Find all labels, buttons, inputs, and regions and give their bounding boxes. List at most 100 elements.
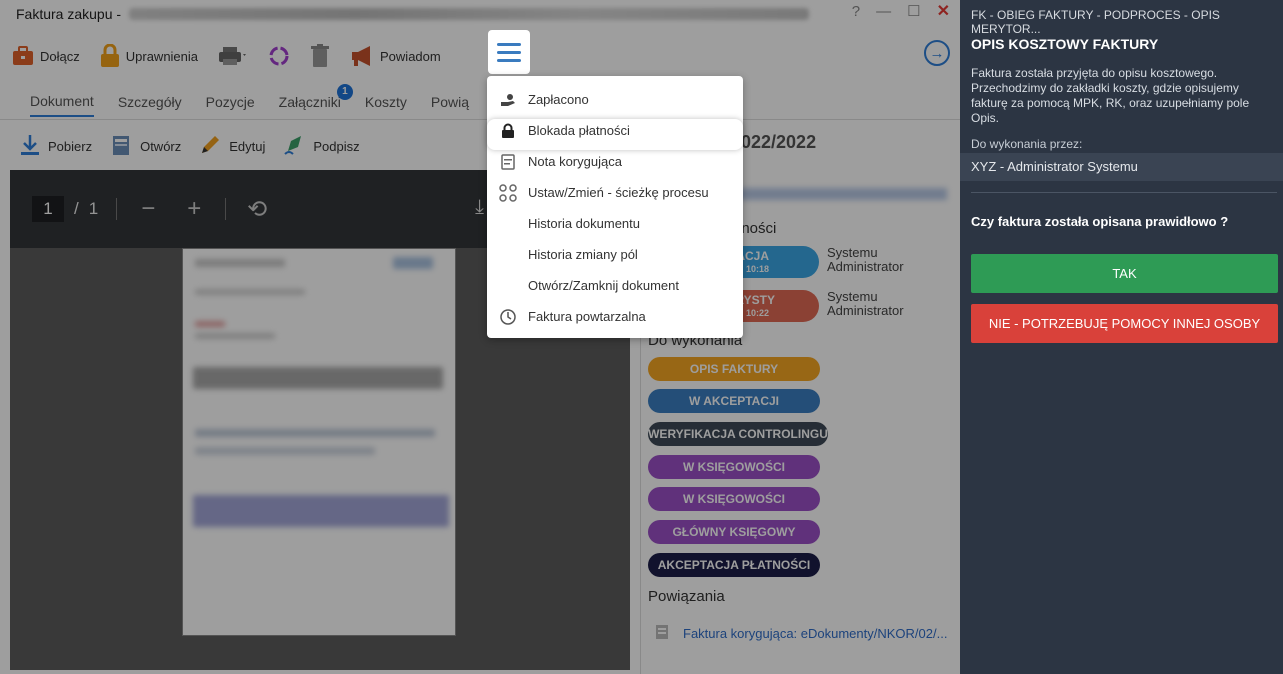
printer-icon [218, 46, 248, 66]
close-button[interactable]: ✕ [937, 4, 950, 20]
notify-button[interactable]: Powiadom [350, 45, 441, 67]
cycle-icon [268, 45, 290, 67]
page-separator: / [74, 199, 79, 218]
stage-pill: OPIS FAKTURY [648, 357, 820, 381]
invoice-window: Faktura zakupu - ? — ☐ ✕ Dołącz Uprawnie… [0, 0, 960, 674]
note-icon [499, 153, 517, 171]
menu-item-historia-dokumentu[interactable]: Historia dokumentu [487, 208, 743, 239]
blurred-text [195, 259, 285, 267]
task-title: OPIS KOSZTOWY FAKTURY [971, 36, 1159, 52]
divider [225, 198, 227, 220]
delete-button[interactable] [310, 44, 330, 68]
page-number-input[interactable]: 1 [32, 196, 64, 222]
stage-pill: W KSIĘGOWOŚCI [648, 487, 820, 511]
lock-icon [499, 122, 517, 140]
padlock-icon [100, 44, 120, 68]
notify-label: Powiadom [380, 48, 441, 64]
assignee-field: XYZ - Administrator Systemu [960, 153, 1283, 181]
history-user-line: Systemu [827, 289, 878, 304]
related-title: Powiązania [648, 588, 725, 605]
tab-dokument[interactable]: Dokument [30, 87, 94, 117]
tab-szczegoly[interactable]: Szczegóły [118, 88, 182, 116]
document-tabs: Dokument Szczegóły Pozycje Załączniki 1 K… [0, 83, 960, 120]
blurred-text [195, 429, 435, 437]
open-label: Otwórz [140, 138, 182, 154]
print-button[interactable] [218, 46, 248, 66]
stage-pill: WERYFIKACJA CONTROLINGU [648, 422, 828, 446]
signature-pen-icon [283, 134, 305, 159]
edit-button[interactable]: Edytuj [199, 134, 265, 159]
related-link[interactable]: Faktura korygująca: eDokumenty/NKOR/02/.… [683, 626, 947, 641]
attach-button[interactable]: Dołącz [12, 46, 80, 66]
tab-label: Szczegóły [117, 93, 182, 110]
blurred-link [733, 188, 947, 200]
window-controls: ? — ☐ ✕ [852, 4, 950, 20]
tab-label: Pozycje [205, 93, 255, 110]
permissions-button[interactable]: Uprawnienia [100, 44, 198, 68]
download-button[interactable]: Pobierz [20, 134, 92, 159]
blurred-table [193, 367, 443, 389]
stage-pill: AKCEPTACJA PŁATNOŚCI [648, 553, 820, 577]
menu-item-label: Zapłacono [528, 92, 589, 107]
menu-item-zaplacono[interactable]: Zapłacono [487, 84, 743, 115]
menu-item-label: Historia zmiany pól [528, 247, 638, 262]
tab-zalaczniki[interactable]: Załączniki 1 [278, 83, 353, 116]
sign-button[interactable]: Podpisz [283, 134, 360, 159]
tab-label: Załączniki [278, 93, 341, 110]
menu-item-faktura-powtarzalna[interactable]: Faktura powtarzalna [487, 301, 743, 332]
menu-item-blokada-platnosci[interactable]: Blokada płatności [487, 115, 743, 146]
history-user-line: Administrator [827, 259, 904, 274]
history-user: Systemu Administrator [827, 246, 904, 274]
next-step-arrow-icon[interactable]: → [924, 40, 950, 66]
tab-pozycje[interactable]: Pozycje [206, 88, 255, 116]
more-actions-menu-icon[interactable] [488, 30, 530, 74]
pdf-page-preview [182, 248, 456, 636]
menu-item-historia-zmiany-pol[interactable]: Historia zmiany pól [487, 239, 743, 270]
process-header: FK - OBIEG FAKTURY - PODPROCES - OPIS ME… [971, 8, 1220, 36]
history-user: Systemu Administrator [827, 290, 904, 318]
document-icon [655, 624, 669, 643]
divider [971, 192, 1277, 193]
sign-label: Podpisz [313, 138, 360, 154]
count-badge: 1 [336, 83, 353, 100]
menu-item-otworz-zamknij[interactable]: Otwórz/Zamknij dokument [487, 270, 743, 301]
menu-item-nota-korygujaca[interactable]: Nota korygująca [487, 146, 743, 177]
no-need-help-button[interactable]: NIE - POTRZEBUJĘ POMOCY INNEJ OSOBY [971, 304, 1278, 343]
menu-item-label: Otwórz/Zamknij dokument [528, 278, 679, 293]
open-button[interactable]: Otwórz [110, 134, 181, 159]
trash-icon [310, 44, 330, 68]
actions-dropdown-menu: Zapłacono Blokada płatności Nota koryguj… [487, 76, 743, 338]
zoom-out-icon[interactable]: − [135, 195, 161, 223]
menu-item-label: Faktura powtarzalna [528, 309, 646, 324]
tab-label: Powią [430, 93, 470, 110]
yes-button[interactable]: TAK [971, 254, 1278, 293]
blurred-text [195, 289, 305, 295]
help-button[interactable]: ? [852, 4, 860, 20]
megaphone-icon [350, 45, 374, 67]
task-panel: FK - OBIEG FAKTURY - PODPROCES - OPIS ME… [960, 0, 1283, 674]
divider [116, 198, 118, 220]
stage-pill: GŁÓWNY KSIĘGOWY [648, 520, 820, 544]
related-item[interactable]: Faktura korygująca: eDokumenty/NKOR/02/.… [655, 624, 947, 643]
stage-pill: W AKCEPTACJI [648, 389, 820, 413]
document-number: 022/2022 [741, 132, 817, 152]
tab-powiazania[interactable]: Powią [431, 88, 469, 116]
blurred-text [195, 333, 275, 339]
rotate-icon[interactable]: ⟲ [244, 195, 270, 224]
attach-label: Dołącz [40, 48, 80, 64]
menu-item-label: Blokada płatności [528, 123, 630, 138]
tab-koszty[interactable]: Koszty [365, 88, 407, 116]
zoom-in-icon[interactable]: + [181, 195, 207, 223]
task-description: Faktura została przyjęta do opisu koszto… [971, 66, 1250, 125]
pdf-download-icon[interactable]: ⤓ [475, 196, 484, 219]
maximize-button[interactable]: ☐ [907, 4, 920, 20]
menu-item-label: Ustaw/Zmień - ścieżkę procesu [528, 185, 709, 200]
refresh-button[interactable] [268, 45, 290, 67]
download-label: Pobierz [48, 138, 93, 154]
menu-item-label: Nota korygująca [528, 154, 622, 169]
minimize-button[interactable]: — [876, 4, 891, 20]
menu-item-sciezka-procesu[interactable]: Ustaw/Zmień - ścieżkę procesu [487, 177, 743, 208]
pencil-icon [199, 134, 221, 159]
stage-pill: W KSIĘGOWOŚCI [648, 455, 820, 479]
blurred-text [195, 447, 375, 455]
